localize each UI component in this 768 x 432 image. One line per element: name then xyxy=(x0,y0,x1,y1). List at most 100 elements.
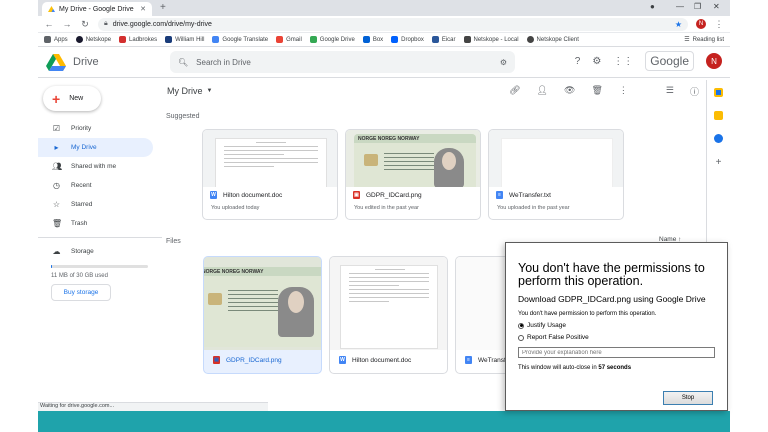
option-report-false-positive[interactable]: Report False Positive xyxy=(518,334,718,341)
bookmark-icon xyxy=(165,36,173,43)
storage-progress-bar xyxy=(51,265,148,268)
url-text: drive.google.com/drive/my-drive xyxy=(112,20,212,28)
dialog-subtitle: Download GDPR_IDCard.png using Google Dr… xyxy=(518,294,706,304)
file-thumbnail xyxy=(203,130,337,187)
reload-icon[interactable]: ↻ xyxy=(80,19,90,30)
bookmark-item[interactable]: Gmail xyxy=(276,36,302,43)
delete-icon[interactable]: 🗑︎ xyxy=(591,85,602,98)
file-thumbnail xyxy=(330,257,447,350)
forward-icon[interactable]: → xyxy=(62,19,72,29)
reading-list[interactable]: ☰ Reading list xyxy=(684,36,724,44)
back-icon[interactable]: ← xyxy=(44,19,54,29)
file-activity: You uploaded today xyxy=(211,205,260,211)
address-bar[interactable]: 🔒︎ drive.google.com/drive/my-drive ★ xyxy=(98,17,688,31)
maximize-icon[interactable]: ❐ xyxy=(694,2,701,11)
drive-search-input[interactable]: 🔍︎ Search in Drive ⚙︎ xyxy=(170,51,515,73)
sidebar-item-shared[interactable]: 👥︎ Shared with me xyxy=(38,157,162,176)
settings-gear-icon[interactable]: ⚙ xyxy=(592,56,601,67)
link-icon[interactable]: 🔗︎ xyxy=(509,85,520,98)
suggested-card-hilton[interactable]: W Hilton document.doc You uploaded today xyxy=(202,129,338,220)
add-addon-icon[interactable]: + xyxy=(716,157,722,168)
file-name: Hilton document.doc xyxy=(223,191,283,199)
file-card-idcard[interactable]: NORGE NOREG NORWAY ▣ GDPR_IDCard.png xyxy=(203,256,322,374)
tasks-icon[interactable] xyxy=(714,134,723,143)
bookmark-item[interactable]: Netskope - Local xyxy=(463,36,519,43)
file-card-hilton[interactable]: W Hilton document.doc xyxy=(329,256,448,374)
tab-close-icon[interactable]: ✕ xyxy=(140,5,146,13)
bookmark-star-icon[interactable]: ★ xyxy=(675,20,682,29)
browser-profile-avatar[interactable]: N xyxy=(696,19,706,29)
extension-icon[interactable]: ● xyxy=(650,2,655,11)
window-close-icon[interactable]: ✕ xyxy=(713,2,720,11)
google-account-label[interactable]: Google xyxy=(645,51,694,71)
sidebar-item-recent[interactable]: ◷ Recent xyxy=(38,176,162,195)
suggested-card-wetransfer[interactable]: ≡ WeTransfer.txt You uploaded in the past… xyxy=(488,129,624,220)
add-person-icon[interactable]: 👤︎ xyxy=(537,85,548,98)
dialog-message: You don't have permission to perform thi… xyxy=(518,311,657,317)
bookmark-icon xyxy=(391,36,399,43)
permission-dialog: You don't have the permissions to perfor… xyxy=(505,242,728,411)
bookmark-item[interactable]: Dropbox xyxy=(391,36,424,43)
buy-storage-button[interactable]: Buy storage xyxy=(51,284,111,301)
bookmark-icon xyxy=(463,36,471,43)
bookmark-item[interactable]: Apps xyxy=(44,36,68,43)
screen-left-margin xyxy=(0,0,38,432)
trash-icon: 🗑︎ xyxy=(52,219,63,228)
bookmark-item[interactable]: Ladbrokes xyxy=(119,36,157,43)
new-button[interactable]: + New xyxy=(43,86,101,111)
new-button-label: New xyxy=(69,95,84,102)
radio-selected[interactable] xyxy=(518,322,524,329)
info-icon[interactable]: ⓘ xyxy=(690,85,699,98)
sidebar-item-my-drive[interactable]: ▸ My Drive xyxy=(38,138,153,157)
file-activity: You uploaded in the past year xyxy=(497,205,570,211)
check-circle-icon: ☑ xyxy=(52,124,61,133)
bookmark-icon xyxy=(362,36,370,43)
bookmark-icon xyxy=(44,36,51,43)
bookmark-item[interactable]: Google Translate xyxy=(212,36,268,43)
explanation-input[interactable] xyxy=(518,347,715,358)
minimize-icon[interactable]: — xyxy=(676,2,684,11)
keep-icon[interactable] xyxy=(714,111,723,120)
new-tab-icon[interactable]: + xyxy=(160,2,166,13)
header-actions: ? ⚙ ⋮⋮ Google N xyxy=(575,51,722,71)
bookmark-icon xyxy=(276,36,284,43)
radio-unselected[interactable] xyxy=(518,334,524,341)
suggested-card-idcard[interactable]: NORGE NOREG NORWAY ▣ GDPR_IDCard.png You … xyxy=(345,129,481,220)
drive-logo[interactable]: Drive xyxy=(46,53,170,71)
drive-icon: ▸ xyxy=(54,143,59,152)
bookmark-icon xyxy=(212,36,220,43)
bookmark-item[interactable]: Netskope Client xyxy=(526,36,579,43)
lock-icon: 🔒︎ xyxy=(104,20,108,27)
sidebar-item-priority[interactable]: ☑ Priority xyxy=(38,119,162,138)
browser-toolbar: ← → ↻ 🔒︎ drive.google.com/drive/my-drive… xyxy=(38,16,730,33)
calendar-icon[interactable] xyxy=(714,88,723,97)
storage-used-text: 11 MB of 30 GB used xyxy=(51,273,108,279)
help-icon[interactable]: ? xyxy=(575,56,581,67)
more-options-icon[interactable]: ⋮ xyxy=(619,85,628,98)
drive-app-name: Drive xyxy=(73,56,99,68)
bookmark-item[interactable]: Netskope xyxy=(75,36,111,43)
bookmark-item[interactable]: Google Drive xyxy=(309,36,355,43)
bookmark-item[interactable]: William Hill xyxy=(165,36,204,43)
file-thumbnail xyxy=(489,130,623,187)
sidebar-item-storage[interactable]: ☁ Storage xyxy=(38,242,162,261)
list-view-icon[interactable]: ☰ xyxy=(666,85,674,98)
tab-my-drive[interactable]: My Drive - Google Drive ✕ xyxy=(42,2,152,16)
doc-file-icon: W xyxy=(339,356,346,364)
drive-favicon-icon xyxy=(48,6,55,12)
screen-right-margin xyxy=(730,0,768,432)
cloud-icon: ☁ xyxy=(52,247,61,256)
browser-menu-icon[interactable]: ⋮ xyxy=(714,19,724,30)
preview-eye-icon[interactable]: 👁︎ xyxy=(564,85,575,98)
bookmark-item[interactable]: Eicar xyxy=(431,36,456,43)
sidebar-item-trash[interactable]: 🗑︎ Trash xyxy=(38,214,162,233)
search-options-icon[interactable]: ⚙︎ xyxy=(500,58,507,67)
apps-grid-icon[interactable]: ⋮⋮ xyxy=(613,56,633,67)
stop-button[interactable]: Stop xyxy=(663,391,713,405)
clock-icon: ◷ xyxy=(53,181,60,190)
bookmark-item[interactable]: Box xyxy=(362,36,383,43)
search-icon: 🔍︎ xyxy=(178,57,189,67)
account-avatar[interactable]: N xyxy=(706,53,722,69)
option-justify-usage[interactable]: Justify Usage xyxy=(518,322,718,329)
sidebar-item-starred[interactable]: ☆ Starred xyxy=(38,195,162,214)
